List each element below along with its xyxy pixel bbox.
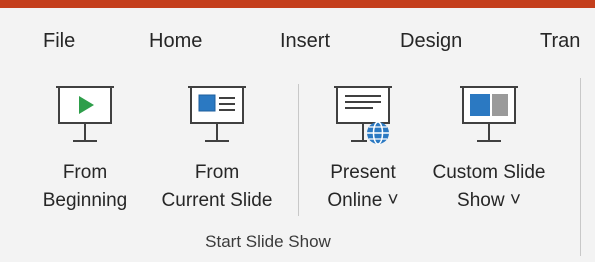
custom-slide-show-button[interactable]: Custom Slide Show ˅: [414, 76, 564, 226]
from-beginning-label-line2: Beginning: [42, 190, 128, 211]
tab-home[interactable]: Home: [149, 30, 202, 53]
group-separator: [580, 78, 581, 256]
present-online-label-line2: Online ˅: [327, 190, 399, 211]
ribbon-tab-bar: File Home Insert Design Tran: [0, 8, 595, 68]
tab-design[interactable]: Design: [400, 30, 462, 53]
tab-insert[interactable]: Insert: [280, 30, 330, 53]
from-beginning-button[interactable]: From Beginning: [30, 76, 140, 226]
button-separator: [298, 84, 299, 216]
from-current-slide-label-line2: Current Slide: [161, 190, 273, 211]
projector-screen-current-icon: [188, 86, 246, 142]
tab-transitions[interactable]: Tran: [540, 30, 580, 53]
custom-slide-show-label-line1: Custom Slide: [432, 162, 546, 183]
present-online-button[interactable]: Present Online ˅: [312, 76, 414, 226]
from-beginning-label-line1: From: [62, 162, 108, 183]
from-current-slide-button[interactable]: From Current Slide: [150, 76, 284, 226]
tab-file[interactable]: File: [43, 30, 75, 53]
slide-show-ribbon: From Beginning From Current Slide Presen…: [0, 68, 595, 262]
title-bar-accent: [0, 0, 595, 8]
projector-screen-play-icon: [56, 86, 114, 142]
group-label-start-slide-show: Start Slide Show: [205, 232, 331, 251]
custom-slide-show-label-line2: Show ˅: [457, 190, 521, 211]
present-online-globe-icon: [334, 86, 392, 145]
from-current-slide-label-line1: From: [194, 162, 240, 183]
custom-slide-show-icon: [460, 86, 518, 142]
present-online-label-line1: Present: [330, 162, 396, 183]
